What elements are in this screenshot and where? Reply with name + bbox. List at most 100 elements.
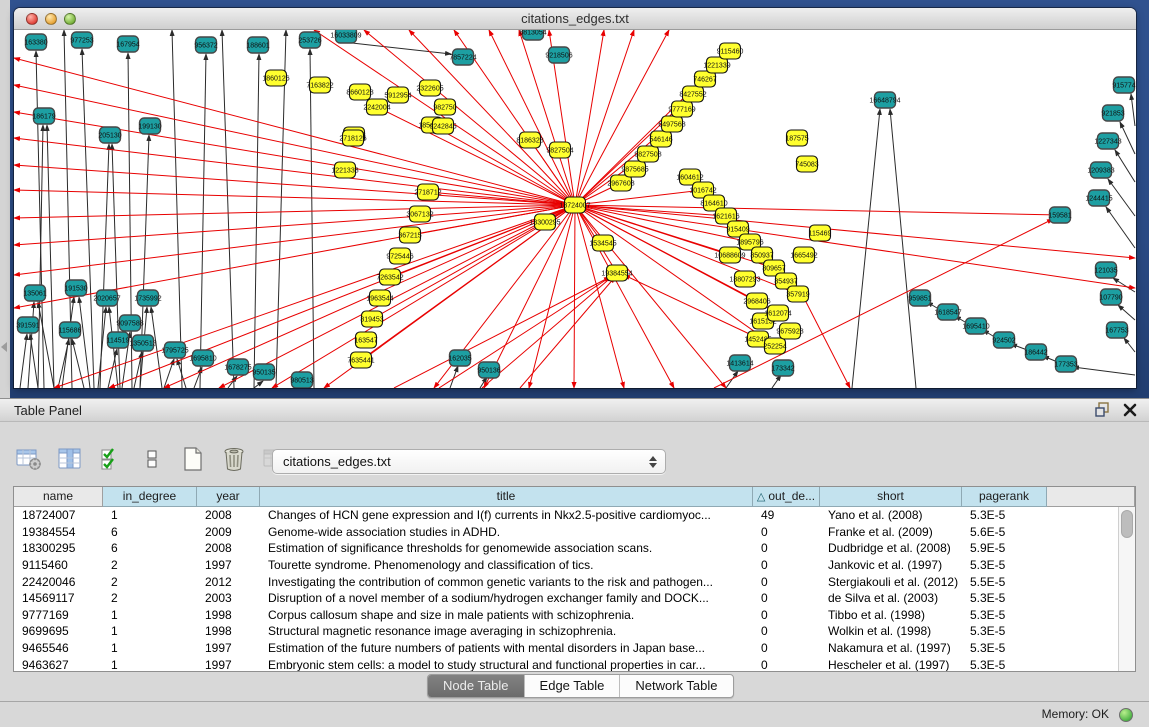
- table-settings-icon[interactable]: [14, 444, 44, 474]
- graph-edge[interactable]: [14, 85, 575, 205]
- graph-edge[interactable]: [575, 205, 624, 388]
- cell-short: Franke et al. (2009): [820, 525, 962, 539]
- column-header-short[interactable]: short: [820, 487, 962, 507]
- graph-edge[interactable]: [1120, 122, 1135, 154]
- graph-edge[interactable]: [58, 339, 69, 388]
- graph-edge[interactable]: [352, 43, 451, 54]
- graph-edge[interactable]: [1115, 150, 1135, 182]
- close-panel-icon[interactable]: [1123, 403, 1137, 417]
- graph-node-label: 959851: [908, 296, 931, 303]
- graph-edge[interactable]: [377, 107, 575, 205]
- rows-icon[interactable]: [137, 444, 167, 474]
- column-header-title[interactable]: title: [260, 487, 753, 507]
- table-row[interactable]: 1456911722003Disruption of a novel membe…: [14, 590, 1119, 607]
- graph-node-label: 253726: [298, 38, 321, 45]
- column-visibility-icon[interactable]: [55, 444, 85, 474]
- graph-node-label: 9675928: [776, 329, 803, 336]
- graph-edge[interactable]: [54, 205, 575, 388]
- graph-node-label: 7263542: [376, 275, 403, 282]
- graph-edge[interactable]: [1106, 207, 1135, 248]
- float-panel-icon[interactable]: [1095, 402, 1111, 418]
- graph-edge[interactable]: [890, 109, 916, 388]
- graph-edge[interactable]: [574, 205, 575, 388]
- graph-edge[interactable]: [28, 302, 34, 388]
- graph-node-label: 2718126: [339, 136, 366, 143]
- graph-edge[interactable]: [439, 276, 612, 388]
- table-row[interactable]: 969969511998Structural magnetic resonanc…: [14, 623, 1119, 640]
- column-header-year[interactable]: year: [197, 487, 260, 507]
- table-row[interactable]: 946554611997Estimation of the future num…: [14, 640, 1119, 657]
- graph-edge[interactable]: [200, 54, 206, 388]
- tab-edge-table[interactable]: Edge Table: [524, 675, 620, 697]
- column-header-out_de[interactable]: △out_de...: [753, 487, 820, 507]
- graph-node-label: 1227343: [1094, 139, 1121, 146]
- delete-table-icon[interactable]: [219, 444, 249, 474]
- network-window-titlebar[interactable]: citations_edges.txt: [14, 8, 1136, 30]
- graph-edge[interactable]: [772, 375, 781, 388]
- cell-in_degree: 1: [103, 624, 197, 638]
- table-selector-dropdown[interactable]: citations_edges.txt: [272, 449, 666, 474]
- graph-edge[interactable]: [30, 334, 38, 388]
- graph-edge[interactable]: [14, 205, 575, 275]
- scrollbar-thumb[interactable]: [1121, 510, 1133, 538]
- column-header-name[interactable]: name: [14, 487, 103, 507]
- graph-edge[interactable]: [36, 51, 44, 388]
- splitter-collapse-handle[interactable]: [1, 342, 7, 352]
- table-row[interactable]: 1938455462009Genome-wide association stu…: [14, 524, 1119, 541]
- new-table-icon[interactable]: [178, 444, 208, 474]
- graph-edge[interactable]: [219, 205, 575, 388]
- cell-out_de: 0: [753, 558, 820, 572]
- graph-edge[interactable]: [254, 381, 263, 388]
- citation-network-graph[interactable]: 2967608987568598275085461466497568977716…: [14, 30, 1136, 388]
- graph-node-label: 9218506: [545, 53, 572, 60]
- table-row[interactable]: 1872400712008Changes of HCN gene express…: [14, 507, 1119, 524]
- graph-node-label: 546146: [649, 137, 672, 144]
- graph-node-label: 8164610: [700, 201, 727, 208]
- graph-node-label: 2718712: [414, 190, 441, 197]
- graph-edge[interactable]: [1073, 367, 1135, 375]
- graph-edge[interactable]: [20, 334, 27, 388]
- table-row[interactable]: 946362711997Embryonic stem cells: a mode…: [14, 656, 1119, 671]
- graph-node-label: 915409: [726, 227, 749, 234]
- table-row[interactable]: 1830029562008Estimation of significance …: [14, 540, 1119, 557]
- tab-node-table[interactable]: Node Table: [428, 675, 524, 697]
- graph-edge[interactable]: [1118, 305, 1135, 320]
- graph-node-label: 1221339: [703, 63, 730, 70]
- cell-out_de: 0: [753, 641, 820, 655]
- graph-edge[interactable]: [1131, 94, 1135, 126]
- table-row[interactable]: 2242004622012Investigating the contribut…: [14, 573, 1119, 590]
- graph-edge[interactable]: [228, 376, 237, 388]
- graph-edge[interactable]: [1124, 338, 1135, 352]
- cell-title: Estimation of significance thresholds fo…: [260, 541, 753, 555]
- table-panel-title: Table Panel: [14, 399, 82, 423]
- graph-node-label: 921853: [1101, 111, 1124, 118]
- table-row[interactable]: 977716911998Corpus callosum shape and si…: [14, 607, 1119, 624]
- graph-edge[interactable]: [254, 54, 259, 388]
- vertical-scrollbar[interactable]: [1118, 507, 1135, 671]
- graph-edge[interactable]: [482, 275, 614, 388]
- column-header-pagerank[interactable]: pagerank: [962, 487, 1047, 507]
- graph-edge[interactable]: [100, 144, 109, 388]
- tab-network-table[interactable]: Network Table: [619, 675, 732, 697]
- table-row[interactable]: 911546021997Tourette syndrome. Phenomeno…: [14, 557, 1119, 574]
- graph-edge[interactable]: [575, 190, 703, 205]
- graph-edge[interactable]: [222, 30, 234, 388]
- graph-edge[interactable]: [47, 125, 54, 388]
- graph-edge[interactable]: [529, 205, 575, 388]
- column-header-in_degree[interactable]: in_degree: [103, 487, 197, 507]
- cell-pagerank: 5.3E-5: [962, 658, 1047, 671]
- graph-edge[interactable]: [98, 307, 106, 388]
- cell-in_degree: 1: [103, 608, 197, 622]
- graph-edge[interactable]: [14, 112, 575, 205]
- cell-out_de: 0: [753, 575, 820, 589]
- graph-edge[interactable]: [172, 30, 182, 388]
- graph-node-label: 809657: [762, 266, 785, 273]
- graph-node-label: 114519: [107, 338, 130, 345]
- graph-edge[interactable]: [520, 277, 615, 388]
- graph-edge[interactable]: [14, 58, 575, 205]
- graph-edge[interactable]: [804, 298, 850, 388]
- row-select-check-icon[interactable]: [96, 444, 126, 474]
- graph-edge[interactable]: [310, 49, 314, 388]
- network-canvas[interactable]: 2967608987568598275085461466497568977716…: [14, 30, 1136, 388]
- graph-node-label: 391591: [16, 323, 39, 330]
